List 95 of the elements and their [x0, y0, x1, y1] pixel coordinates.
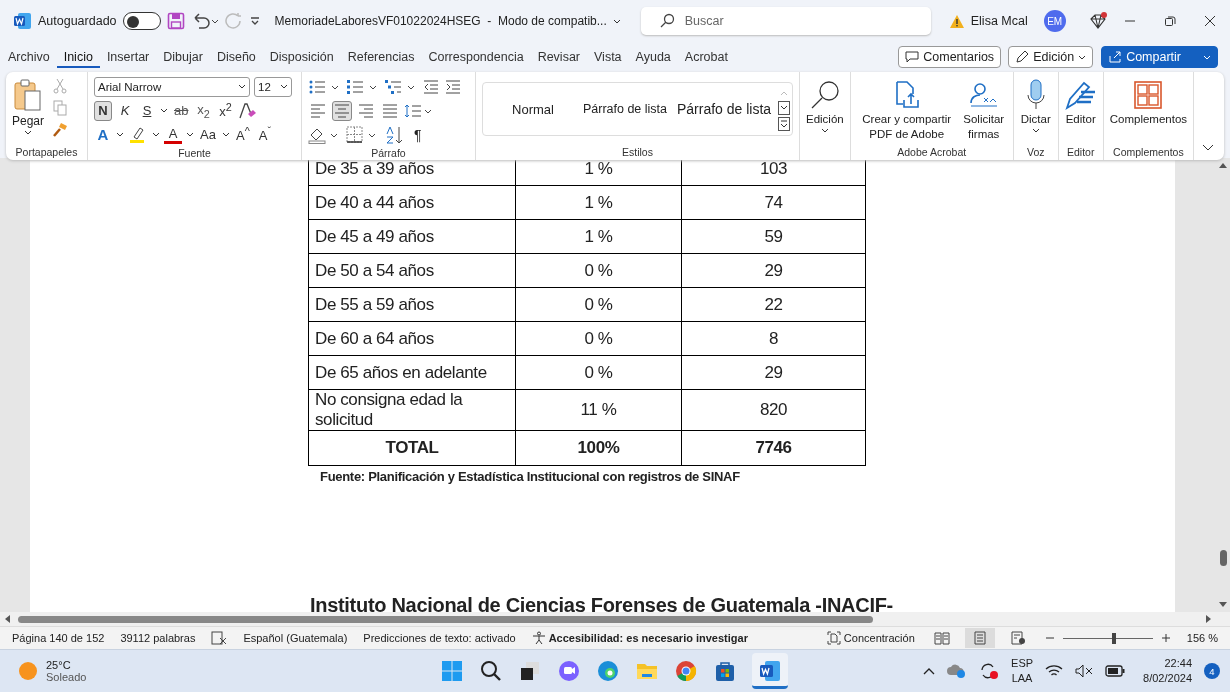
superscript-button[interactable]: x$^{2}$ [216, 100, 235, 121]
table-cell: De 60 a 64 años [308, 321, 516, 356]
table-cell: De 40 a 44 años [308, 185, 516, 220]
table-cell: De 35 a 39 años [308, 158, 516, 186]
menu-tab[interactable]: Archivo [8, 46, 57, 68]
table-cell: 7746 [681, 430, 866, 466]
group-label: Voz [1026, 145, 1045, 160]
section-heading: Instituto Nacional de Ciencias Forenses de Guatemala -INACIF- [310, 594, 894, 612]
font-name-dropdown[interactable]: Arial Narrow [94, 76, 250, 97]
menu-tab[interactable]: Dibujar [156, 46, 210, 68]
menu-tab[interactable]: Referencias [340, 46, 422, 68]
grow-font-button[interactable]: A$^{^}$ [233, 124, 252, 145]
menu-tab[interactable]: Ayuda [628, 46, 678, 68]
autosave-label: Autoguardado [38, 14, 117, 28]
menu-tab[interactable]: Diseño [209, 46, 263, 68]
table-cell: 1 % [515, 158, 682, 186]
strikethrough-button[interactable]: ab [172, 100, 191, 121]
style-item[interactable]: Párrafo de lista [573, 102, 677, 116]
group-label: Complementos [1113, 145, 1184, 160]
zoom-level[interactable]: 156 % [1186, 632, 1218, 644]
share-button[interactable]: Compartir [1101, 46, 1218, 68]
text-effects-button[interactable]: A [94, 124, 112, 145]
word-count[interactable]: 39112 palabras [120, 632, 196, 644]
notification-badge[interactable]: 4 [1204, 663, 1220, 679]
menu-tab[interactable]: Correspondencia [421, 46, 531, 68]
table-cell: 1 % [515, 219, 682, 254]
group-label: Adobe Acrobat [897, 145, 967, 160]
search-field[interactable]: Buscar [640, 7, 931, 35]
table-cell: 74 [681, 185, 866, 220]
accessibility-status[interactable]: Accesibilidad: es necesario investigar [548, 632, 748, 644]
comments-button[interactable]: Comentarios [898, 46, 1002, 68]
table-cell: 100% [515, 430, 682, 466]
page-count[interactable]: Página 140 de 152 [12, 632, 105, 644]
document-title[interactable]: MemoriadeLaboresVF01022024HSEG - Modo de compatib... [274, 14, 607, 28]
paste-button[interactable]: Pegar [12, 76, 45, 138]
style-item[interactable]: Párrafo de lista [677, 101, 769, 117]
menu-tab[interactable]: Inicio [56, 46, 100, 68]
table-cell: 0 % [515, 287, 682, 322]
table-cell: 11 % [515, 389, 682, 431]
underline-button[interactable]: S [138, 100, 156, 121]
table-cell: 22 [681, 287, 866, 322]
change-case-button[interactable]: Aa [198, 124, 218, 145]
group-label: Fuente [177, 146, 212, 161]
source-note: Fuente: Planificación y Estadística Institucional con registros de SINAF [320, 469, 741, 484]
menu-tab[interactable]: Revisar [530, 46, 587, 68]
group-label: Editor [1067, 145, 1095, 160]
create-pdf-button[interactable]: Crear y compartir PDF de Adobe [856, 76, 957, 142]
table-cell: De 45 a 49 años [308, 219, 516, 254]
table-cell: De 55 a 59 años [308, 287, 516, 322]
style-item[interactable]: Normal [493, 101, 573, 117]
show-formatting-button[interactable]: ¶ [414, 126, 422, 143]
table-cell: No consigna edad la solicitud [308, 389, 516, 431]
table-cell: 0 % [515, 321, 682, 356]
user-avatar[interactable]: EM [1043, 10, 1066, 32]
keyboard-layout[interactable]: LAA [1011, 671, 1033, 686]
table-cell: TOTAL [308, 430, 516, 466]
menu-tab[interactable]: Insertar [99, 46, 157, 68]
language-status[interactable]: Español (Guatemala) [243, 632, 348, 644]
clock-date[interactable]: 8/02/2024 [1143, 671, 1192, 686]
editing-button[interactable]: Edición [1008, 46, 1094, 68]
shrink-font-button[interactable]: A$^{ˇ}$ [255, 124, 274, 145]
group-label: Portapapeles [14, 145, 79, 160]
table-cell: 1 % [515, 185, 682, 220]
table-cell: 820 [681, 389, 866, 431]
italic-button[interactable]: K [116, 100, 134, 121]
table-cell: 29 [681, 253, 866, 288]
editor-button[interactable]: Editor [1064, 76, 1097, 127]
table-cell: 0 % [515, 355, 682, 390]
user-name[interactable]: Elisa Mcal [970, 14, 1028, 28]
find-button[interactable]: Edición [806, 76, 844, 133]
menu-tab[interactable]: Vista [587, 46, 629, 68]
text-predictions-status[interactable]: Predicciones de texto: activado [363, 632, 516, 644]
table-cell: 8 [681, 321, 866, 356]
menu-tab[interactable]: Disposición [262, 46, 341, 68]
focus-button[interactable]: Concentración [843, 632, 915, 644]
temperature[interactable]: 25°C [46, 659, 87, 671]
weather-condition[interactable]: Soleado [46, 671, 87, 683]
bold-button[interactable]: N [94, 100, 112, 121]
group-label: Párrafo [370, 146, 407, 161]
input-language[interactable]: ESP [1011, 656, 1034, 671]
table-cell: 103 [681, 158, 866, 186]
font-color-button[interactable]: A [164, 125, 182, 144]
table-cell: De 65 años en adelante [308, 355, 516, 390]
add-ins-button[interactable]: Complementos [1109, 76, 1188, 127]
dictate-button[interactable]: Dictar [1019, 76, 1052, 133]
request-signatures-button[interactable]: Solicitar firmas [960, 76, 1007, 142]
table-cell: 0 % [515, 253, 682, 288]
clock-time[interactable]: 22:44 [1164, 656, 1192, 671]
table-cell: De 50 a 54 años [308, 253, 516, 288]
table-cell: 29 [681, 355, 866, 390]
subscript-button[interactable]: x$_{2}$ [194, 100, 213, 121]
table-cell: 59 [681, 219, 866, 254]
font-size-dropdown[interactable]: 12 [254, 76, 292, 97]
menu-tab[interactable]: Acrobat [677, 46, 735, 68]
group-label: Estilos [621, 145, 654, 160]
